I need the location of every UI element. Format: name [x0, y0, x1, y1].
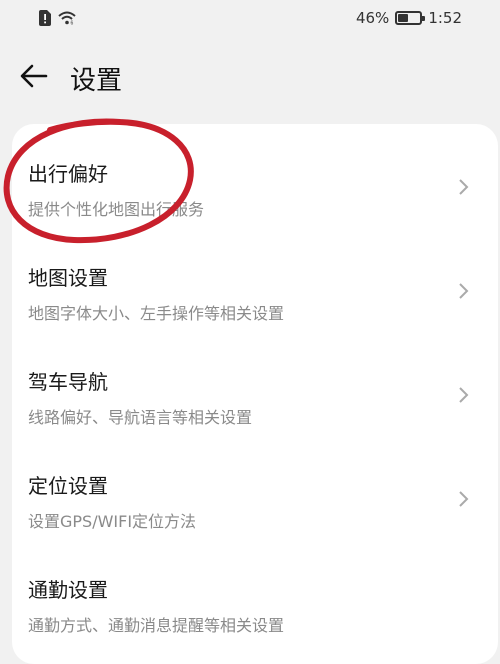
chevron-right-icon [459, 387, 469, 403]
chevron-right-icon [459, 283, 469, 299]
arrow-left-icon [20, 64, 48, 88]
page-title: 设置 [70, 66, 123, 96]
settings-item-travel-preference[interactable]: 出行偏好 提供个性化地图出行服务 [12, 134, 498, 238]
settings-item-map-settings[interactable]: 地图设置 地图字体大小、左手操作等相关设置 [12, 238, 498, 342]
chevron-right-icon [459, 179, 469, 195]
status-time: 1:52 [428, 9, 462, 27]
item-title: 驾车导航 [28, 370, 108, 394]
header: 设置 [0, 52, 500, 100]
settings-item-commute-settings[interactable]: 通勤设置 通勤方式、通勤消息提醒等相关设置 [12, 550, 498, 654]
wifi-icon: 6 [58, 11, 76, 25]
status-bar: 6 46% 1:52 [0, 0, 500, 38]
item-subtitle: 地图字体大小、左手操作等相关设置 [28, 304, 285, 323]
battery-percent: 46% [355, 9, 390, 27]
battery-icon [395, 11, 426, 25]
sim-alert-icon [39, 10, 51, 26]
status-left-icons: 6 [38, 10, 76, 26]
chevron-right-icon [459, 491, 469, 507]
item-title: 出行偏好 [28, 162, 108, 186]
item-title: 通勤设置 [28, 578, 108, 602]
item-subtitle: 设置GPS/WIFI定位方法 [28, 512, 197, 531]
settings-list: 出行偏好 提供个性化地图出行服务 地图设置 地图字体大小、左手操作等相关设置 驾… [12, 124, 498, 664]
settings-item-location-settings[interactable]: 定位设置 设置GPS/WIFI定位方法 [12, 446, 498, 550]
battery-fill [398, 14, 408, 22]
back-button[interactable] [16, 58, 52, 94]
item-title: 定位设置 [28, 474, 108, 498]
settings-item-driving-navigation[interactable]: 驾车导航 线路偏好、导航语言等相关设置 [12, 342, 498, 446]
status-right: 46% 1:52 [356, 9, 462, 27]
item-subtitle: 线路偏好、导航语言等相关设置 [28, 408, 253, 427]
item-title: 地图设置 [28, 266, 108, 290]
item-subtitle: 提供个性化地图出行服务 [28, 200, 205, 219]
svg-text:6: 6 [71, 21, 74, 26]
item-subtitle: 通勤方式、通勤消息提醒等相关设置 [28, 616, 285, 635]
